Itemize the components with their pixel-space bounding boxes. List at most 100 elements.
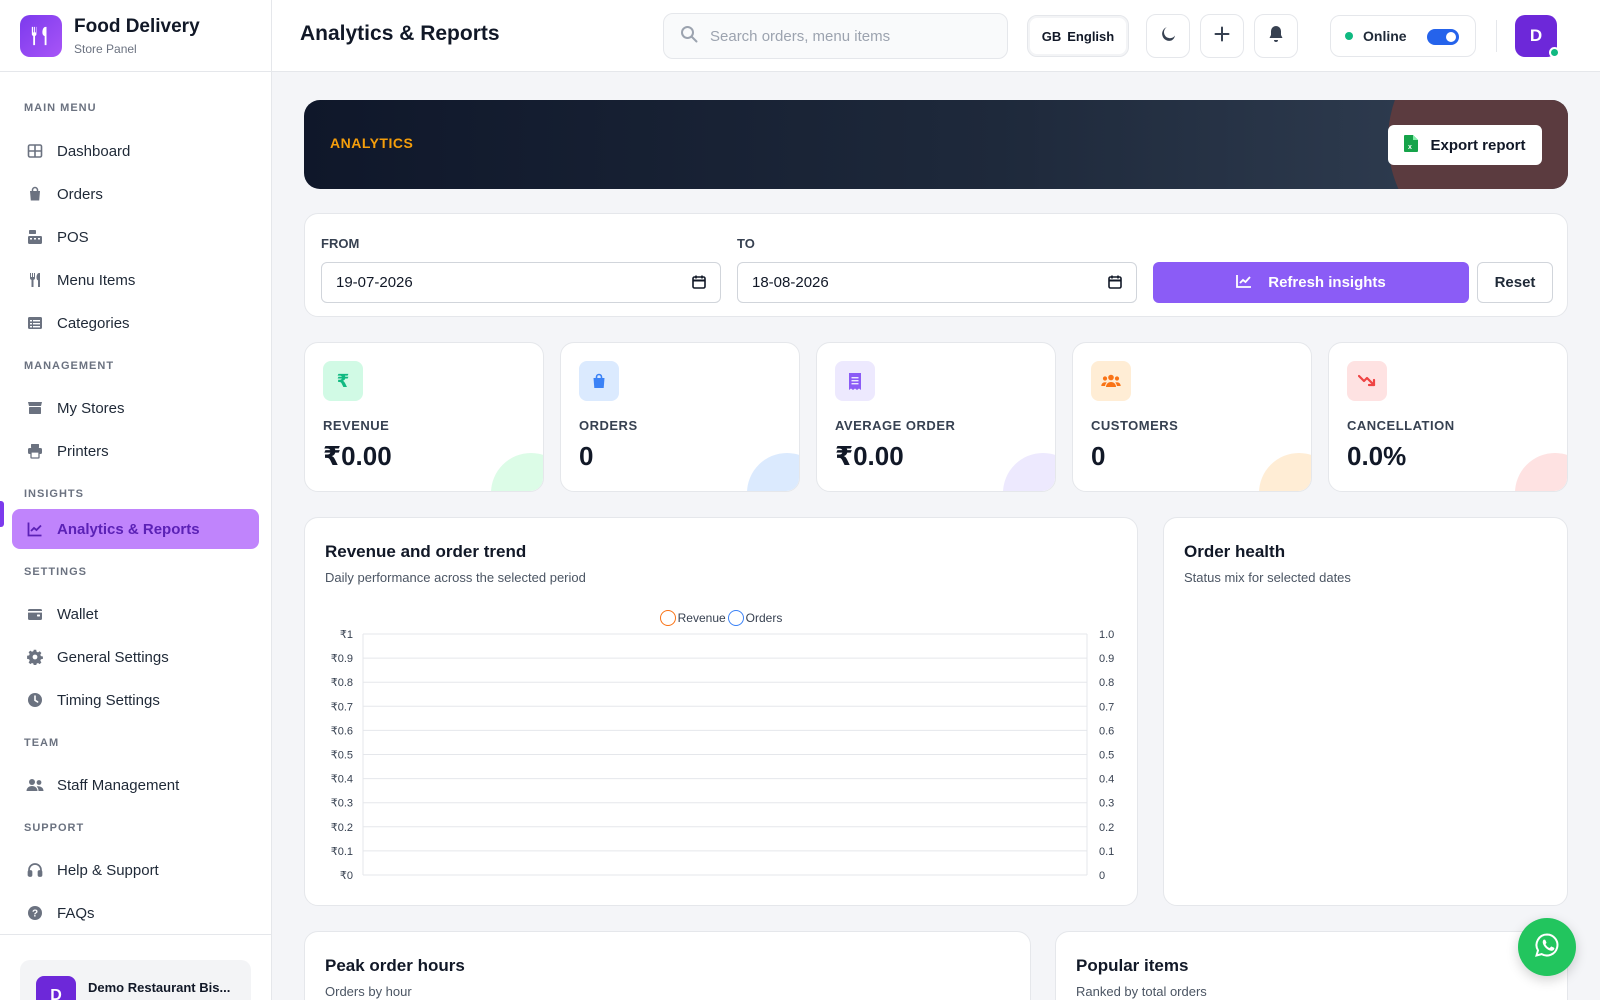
stat-value: ₹0.00	[323, 441, 392, 471]
y-left-tick-label: ₹0	[340, 870, 353, 882]
y-right-tick-label: 0	[1099, 870, 1105, 882]
list-icon	[26, 314, 44, 332]
stat-card-customers: CUSTOMERS 0	[1072, 342, 1312, 492]
shopping-bag-icon	[26, 185, 44, 203]
calendar-icon[interactable]	[692, 275, 706, 293]
sidebar-item-orders[interactable]: Orders	[12, 174, 259, 214]
quick-add-button[interactable]	[1200, 14, 1244, 58]
stat-label: REVENUE	[323, 418, 390, 433]
from-date-value: 19-07-2026	[336, 274, 413, 291]
sidebar-item-wallet[interactable]: Wallet	[12, 594, 259, 634]
store-avatar: D	[36, 976, 76, 1000]
sidebar-footer-divider	[0, 934, 271, 935]
cash-register-icon	[26, 228, 44, 246]
wallet-icon	[26, 605, 44, 623]
stat-card-cancellation: CANCELLATION 0.0%	[1328, 342, 1568, 492]
reset-button[interactable]: Reset	[1477, 262, 1553, 303]
banner-label: ANALYTICS	[330, 135, 414, 151]
notifications-button[interactable]	[1254, 14, 1298, 58]
y-right-tick-label: 0.5	[1099, 750, 1114, 762]
user-avatar[interactable]: D	[1515, 15, 1560, 58]
y-left-tick-label: ₹0.3	[331, 798, 353, 810]
nav-section-main-menu: MAIN MENU	[24, 102, 97, 114]
y-left-tick-label: ₹1	[340, 629, 353, 641]
sidebar-item-faqs[interactable]: ? FAQs	[12, 893, 259, 933]
search-box[interactable]	[663, 13, 1008, 59]
stat-value: 0	[1091, 441, 1106, 471]
sidebar-item-my-stores[interactable]: My Stores	[12, 388, 259, 428]
search-icon	[680, 25, 698, 48]
refresh-insights-label: Refresh insights	[1268, 274, 1386, 291]
user-initial: D	[1529, 26, 1543, 45]
nav-section-management: MANAGEMENT	[24, 360, 115, 372]
sidebar-item-printers[interactable]: Printers	[12, 431, 259, 471]
refresh-insights-button[interactable]: Refresh insights	[1153, 262, 1469, 303]
stat-value: ₹0.00	[835, 441, 904, 471]
shopping-bag-icon	[579, 361, 619, 401]
trend-down-icon	[1347, 361, 1387, 401]
dark-mode-button[interactable]	[1146, 14, 1190, 58]
export-report-button[interactable]: x Export report	[1388, 125, 1542, 165]
excel-file-icon: x	[1404, 134, 1419, 156]
from-label: FROM	[321, 236, 360, 251]
card-subtitle: Ranked by total orders	[1076, 984, 1207, 999]
y-left-tick-label: ₹0.2	[331, 822, 353, 834]
user-online-dot	[1549, 47, 1560, 58]
nav-section-team: TEAM	[24, 737, 60, 749]
sidebar-item-label: Printers	[57, 442, 109, 460]
sidebar-item-analytics-reports[interactable]: Analytics & Reports	[12, 509, 259, 549]
sidebar: Food Delivery Store Panel MAIN MENU Dash…	[0, 0, 272, 1000]
page-title: Analytics & Reports	[300, 22, 500, 45]
y-left-tick-label: ₹0.7	[331, 701, 353, 713]
nav-section-insights: INSIGHTS	[24, 488, 84, 500]
y-left-tick-label: ₹0.5	[331, 750, 353, 762]
stat-decoration	[1259, 453, 1311, 491]
sidebar-item-menu-items[interactable]: Menu Items	[12, 260, 259, 300]
card-title: Peak order hours	[325, 956, 465, 975]
users-icon	[1091, 361, 1131, 401]
sidebar-item-label: POS	[57, 228, 89, 246]
language-selector[interactable]: GB English	[1027, 15, 1129, 57]
brand[interactable]: Food Delivery Store Panel	[0, 0, 271, 72]
sidebar-item-general-settings[interactable]: General Settings	[12, 637, 259, 677]
sidebar-item-pos[interactable]: POS	[12, 217, 259, 257]
stat-card-average-order: AVERAGE ORDER ₹0.00	[816, 342, 1056, 492]
peak-order-hours-card: Peak order hours Orders by hour	[304, 931, 1031, 1000]
reset-label: Reset	[1494, 274, 1536, 291]
utensils-icon	[26, 271, 44, 289]
card-title: Popular items	[1076, 956, 1189, 975]
store-status-toggle[interactable]: Online	[1330, 15, 1476, 57]
stat-label: CANCELLATION	[1347, 418, 1455, 433]
whatsapp-chat-button[interactable]	[1518, 918, 1576, 976]
stat-value: 0.0%	[1347, 441, 1407, 471]
store-switcher[interactable]: D Demo Restaurant Bis...	[20, 960, 251, 1000]
online-status-dot	[1345, 32, 1353, 40]
nav-section-settings: SETTINGS	[24, 566, 88, 578]
moon-icon	[1159, 25, 1177, 48]
svg-text:?: ?	[32, 909, 38, 920]
from-date-input[interactable]: 19-07-2026	[321, 262, 721, 303]
sidebar-item-help-support[interactable]: Help & Support	[12, 850, 259, 890]
nav-section-support: SUPPORT	[24, 822, 85, 834]
y-left-tick-label: ₹0.6	[331, 725, 353, 737]
to-date-input[interactable]: 18-08-2026	[737, 262, 1137, 303]
order-health-card: Order health Status mix for selected dat…	[1163, 517, 1568, 906]
bell-icon	[1268, 25, 1284, 48]
sidebar-item-dashboard[interactable]: Dashboard	[12, 131, 259, 171]
calendar-icon[interactable]	[1108, 275, 1122, 293]
stat-label: AVERAGE ORDER	[835, 418, 956, 433]
clock-icon	[26, 691, 44, 709]
stat-decoration	[747, 453, 799, 491]
sidebar-item-label: Help & Support	[57, 861, 159, 879]
search-input[interactable]	[710, 27, 990, 45]
brand-title: Food Delivery	[74, 15, 200, 37]
sidebar-item-timing-settings[interactable]: Timing Settings	[12, 680, 259, 720]
card-subtitle: Status mix for selected dates	[1184, 570, 1351, 585]
sidebar-item-categories[interactable]: Categories	[12, 303, 259, 343]
brand-subtitle: Store Panel	[74, 41, 137, 56]
y-left-tick-label: ₹0.9	[331, 653, 353, 665]
online-toggle-switch[interactable]	[1427, 29, 1459, 45]
sidebar-nav: MAIN MENU Dashboard Orders POS Menu Item…	[0, 72, 271, 933]
stat-value: 0	[579, 441, 594, 471]
sidebar-item-staff-management[interactable]: Staff Management	[12, 765, 259, 805]
